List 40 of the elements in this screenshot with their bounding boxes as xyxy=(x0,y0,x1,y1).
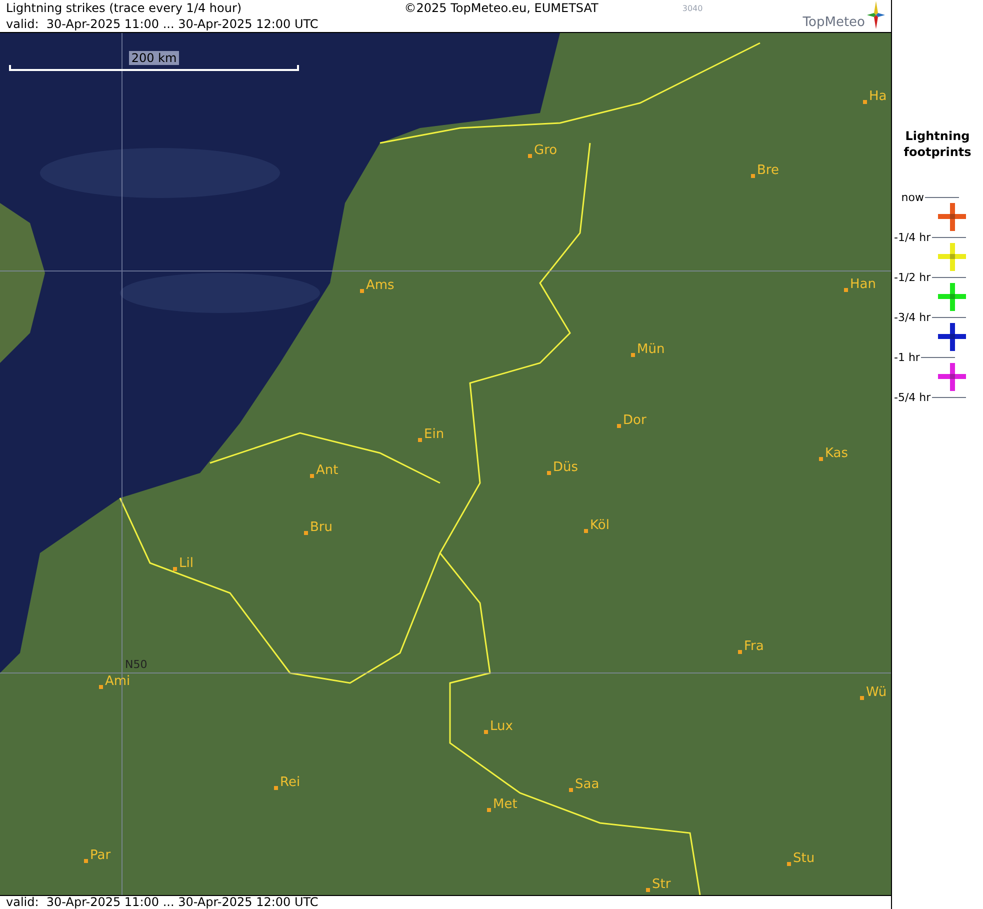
city-label: Str xyxy=(652,877,671,892)
scale-label: 200 km xyxy=(129,51,179,65)
city-label: Bru xyxy=(310,520,333,535)
city-label: Ams xyxy=(366,278,394,293)
city-label: Lux xyxy=(490,719,513,734)
city-label: Par xyxy=(90,848,111,863)
city-label: Wü xyxy=(866,685,887,700)
compass-star-icon xyxy=(867,1,885,29)
city-label: Han xyxy=(850,277,876,292)
map-title: Lightning strikes (trace every 1/4 hour) xyxy=(6,0,243,16)
city-label: Ha xyxy=(869,89,887,104)
city-label: Dor xyxy=(623,413,646,428)
code-text: 3040 xyxy=(682,4,703,15)
city-label: Fra xyxy=(744,639,764,654)
city-label: Köl xyxy=(590,518,610,533)
grid-label: N50 xyxy=(125,659,148,671)
city-label: Kas xyxy=(825,446,848,461)
city-label: Mün xyxy=(637,342,665,357)
time-label: -1/2 hr xyxy=(894,270,931,284)
time-label: -3/4 hr xyxy=(894,310,931,324)
time-label: now xyxy=(901,190,924,204)
city-label: Bre xyxy=(757,163,779,178)
copyright-text: ©2025 TopMeteo.eu, EUMETSAT xyxy=(404,0,598,17)
city-label: Saa xyxy=(575,777,600,792)
legend-title: Lightning footprints xyxy=(902,128,972,160)
time-label: -1/4 hr xyxy=(894,230,931,244)
logo-text: TopMeteo xyxy=(802,15,865,31)
city-label: Ein xyxy=(424,427,444,442)
time-label: -1 hr xyxy=(894,350,920,364)
city-label: Rei xyxy=(280,775,300,790)
city-label: Met xyxy=(493,797,518,812)
valid-time: valid: 30-Apr-2025 11:00 ... 30-Apr-2025 12:00 UTC xyxy=(6,16,318,32)
city-label: Düs xyxy=(553,460,578,475)
city-label: Gro xyxy=(534,143,558,158)
footer-valid-time: valid: 30-Apr-2025 11:00 ... 30-Apr-2025 12:00 UTC xyxy=(6,896,318,909)
city-label: Stu xyxy=(793,851,815,866)
city-label: Ant xyxy=(316,463,338,478)
time-label: -5/4 hr xyxy=(894,390,931,404)
city-label: Lil xyxy=(179,556,194,571)
city-label: Ami xyxy=(105,674,130,689)
